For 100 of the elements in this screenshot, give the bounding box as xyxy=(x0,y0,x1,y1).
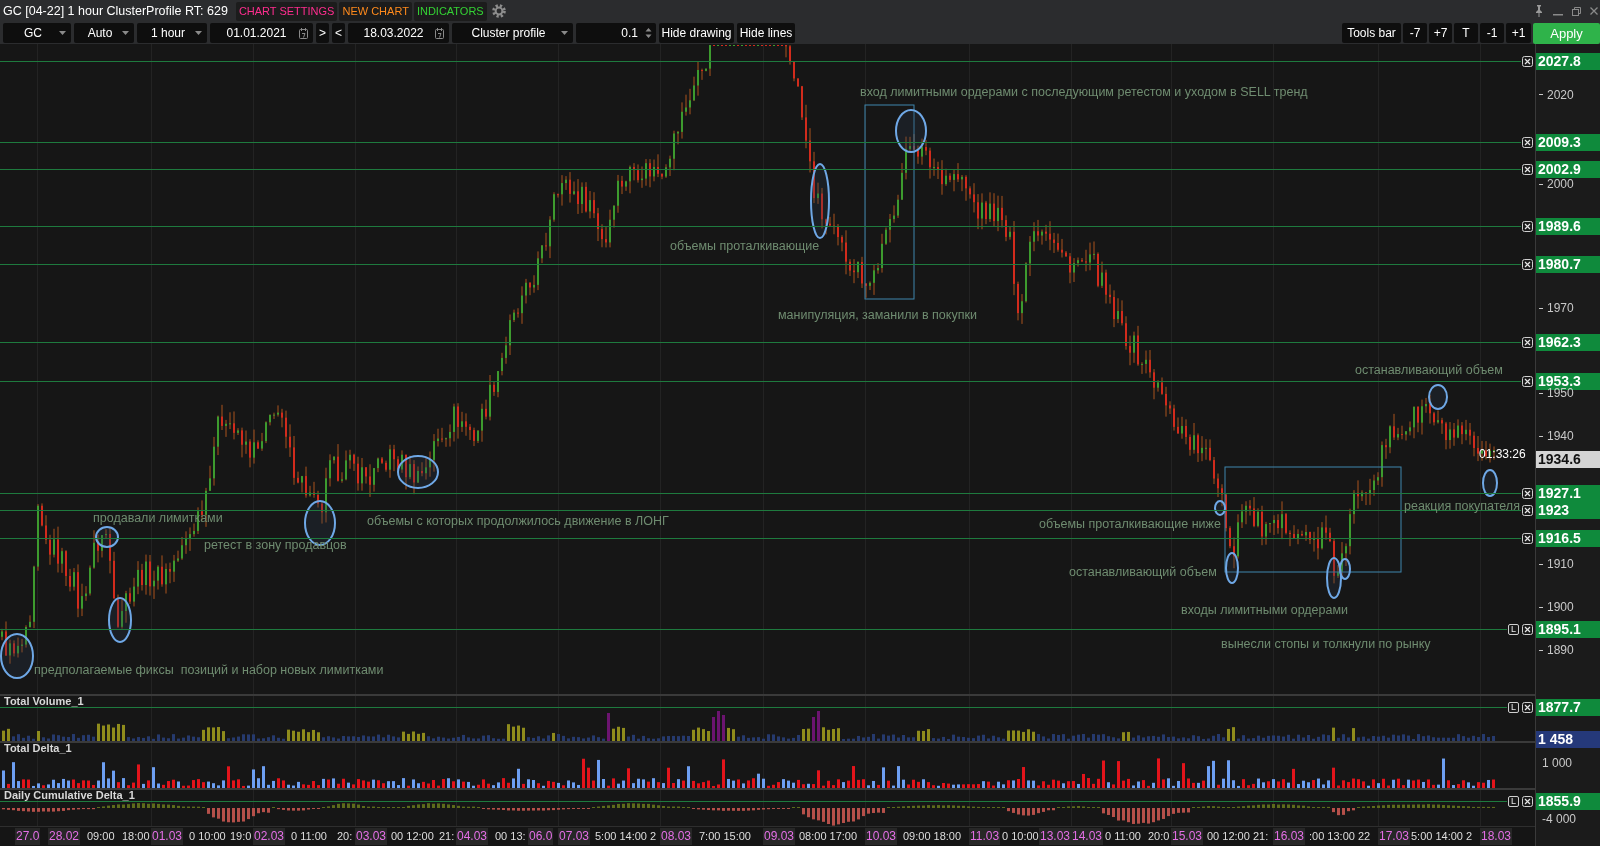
time-label: :00 13:00 22 xyxy=(1309,831,1371,842)
toolbar-button[interactable]: Tools bar xyxy=(1342,23,1401,43)
pane-title: Total Volume_1 xyxy=(4,696,84,707)
time-label: 20:0 xyxy=(1148,831,1170,842)
close-icon[interactable] xyxy=(1522,136,1533,148)
close-icon[interactable] xyxy=(1522,258,1533,270)
toolbar-button[interactable]: Hide lines xyxy=(737,23,795,43)
dropdown[interactable]: Cluster profile xyxy=(452,23,573,43)
dropdown[interactable]: GC xyxy=(3,23,71,43)
window-title: GC [04-22] 1 hour ClusterProfile RT: 629 xyxy=(2,4,228,18)
axis-tick-label: 1910 xyxy=(1539,558,1574,570)
time-label: 00 12:00 xyxy=(391,831,434,842)
toolbar-button[interactable]: Hide drawing xyxy=(659,23,734,43)
axis-tick-label: 1940 xyxy=(1539,430,1574,442)
toolbar-button[interactable]: T xyxy=(1454,23,1478,43)
close-icon[interactable] xyxy=(1522,487,1533,499)
chart-annotation: реакция покупателя xyxy=(1404,499,1520,512)
time-label: 18:00 xyxy=(122,831,150,842)
calendar-icon xyxy=(299,27,308,39)
close-icon[interactable] xyxy=(1522,701,1533,713)
close-icon[interactable] xyxy=(1522,55,1533,67)
highlight-ellipse xyxy=(895,109,927,153)
axis-tick-label: 2020 xyxy=(1539,88,1574,101)
time-label: 0 11:00 xyxy=(1105,831,1141,842)
countdown-timer: 01:33:26 xyxy=(1479,448,1526,460)
time-label: 0 10:00 xyxy=(1002,831,1039,842)
chart-annotation: вынесли стопы и толкнули по рынку xyxy=(1221,637,1431,650)
caret-icon xyxy=(195,31,202,35)
close-icon[interactable] xyxy=(1522,532,1533,544)
toolbar-button[interactable]: -7 xyxy=(1403,23,1427,43)
axis-tick-label: 1890 xyxy=(1539,644,1574,656)
date-field[interactable]: 18.03.2022 xyxy=(348,23,449,43)
chart-annotation: объемы проталкивающие ниже xyxy=(1039,517,1221,530)
price-level-label: 2009.3 xyxy=(1536,133,1600,151)
date-label: 09.03 xyxy=(763,828,796,845)
tag-button[interactable]: L xyxy=(1508,701,1519,713)
tag-button[interactable]: L xyxy=(1508,623,1519,635)
time-label: 09:00 xyxy=(87,831,115,842)
dropdown[interactable]: 1 hour xyxy=(137,23,207,43)
chart-annotation: ретест в зону продавцов xyxy=(204,538,347,551)
close-icon[interactable] xyxy=(1522,220,1533,232)
date-label: 28.02 xyxy=(48,828,81,845)
chart-annotation: объемы с которых продолжилось движение в ЛОНГ xyxy=(367,514,669,527)
price-level-label: 1962.3 xyxy=(1536,333,1600,351)
toolbar-button[interactable]: < xyxy=(332,23,345,43)
time-label: 00 13: xyxy=(495,831,526,842)
date-label: 18.03 xyxy=(1480,828,1513,845)
date-label: 27.0 xyxy=(15,828,41,845)
toolbar-button[interactable]: +7 xyxy=(1429,23,1452,43)
date-label: 03.03 xyxy=(355,828,388,845)
date-label: 14.03 xyxy=(1071,828,1104,845)
date-label: 07.03 xyxy=(558,828,591,845)
highlight-ellipse xyxy=(108,597,132,643)
dropdown[interactable]: Auto xyxy=(74,23,134,43)
pin-icon[interactable] xyxy=(1534,5,1544,17)
chart-annotation: останавливающий объем xyxy=(1355,363,1503,376)
close-icon[interactable] xyxy=(1522,375,1533,387)
highlight-ellipse xyxy=(0,633,34,679)
axis-tick-label: 1 000 xyxy=(1542,757,1573,769)
highlight-ellipse xyxy=(1225,552,1239,584)
date-field[interactable]: 01.01.2021 xyxy=(210,23,313,43)
caret-icon xyxy=(561,31,568,35)
restore-icon[interactable] xyxy=(1572,6,1581,16)
highlight-ellipse xyxy=(1482,469,1498,497)
price-level-label: 1855.9 xyxy=(1536,792,1600,810)
price-level-label: 1927.1 xyxy=(1536,484,1600,502)
time-label: 5:00 14:00 2 xyxy=(1411,831,1473,842)
settings-icon[interactable] xyxy=(490,3,507,19)
time-label: 09:00 18:00 xyxy=(903,831,962,842)
close-icon[interactable] xyxy=(1522,795,1533,807)
toolbar-button[interactable]: -1 xyxy=(1480,23,1504,43)
close-icon[interactable] xyxy=(1522,336,1533,348)
date-label: 10.03 xyxy=(865,828,898,845)
tag-button[interactable]: L xyxy=(1508,795,1519,807)
time-label: 00 12:00 xyxy=(1207,831,1250,842)
close-icon[interactable] xyxy=(1522,163,1533,175)
price-level-label: 1980.7 xyxy=(1536,255,1600,273)
time-label: 0 11:00 xyxy=(291,831,327,842)
time-label: 19:0 xyxy=(230,831,252,842)
close-icon[interactable] xyxy=(1522,504,1533,516)
price-level-label: 1895.1 xyxy=(1536,620,1600,638)
date-label: 08.03 xyxy=(660,828,693,845)
date-label: 06.0 xyxy=(528,828,554,845)
caret-icon xyxy=(59,31,66,35)
current-price-label: 1934.6 xyxy=(1536,450,1600,468)
highlight-ellipse xyxy=(95,526,119,548)
menu-tab[interactable]: NEW CHART xyxy=(339,1,412,21)
toolbar-button[interactable]: +1 xyxy=(1506,23,1531,43)
menu-tab[interactable]: CHART SETTINGS xyxy=(235,1,338,21)
price-level-label: 1989.6 xyxy=(1536,217,1600,235)
close-icon[interactable] xyxy=(1522,623,1533,635)
stepper-icon xyxy=(645,27,652,39)
time-label: 7:00 15:00 xyxy=(699,831,751,842)
number-field[interactable]: 0.1 xyxy=(576,23,656,43)
date-label: 02.03 xyxy=(253,828,286,845)
axis-tick-label: 1950 xyxy=(1539,387,1574,400)
toolbar-button[interactable]: > xyxy=(316,23,329,43)
price-level-label: 2027.8 xyxy=(1536,52,1600,70)
axis-tick-label: 2000 xyxy=(1539,178,1574,190)
menu-tab[interactable]: INDICATORS xyxy=(413,1,487,21)
